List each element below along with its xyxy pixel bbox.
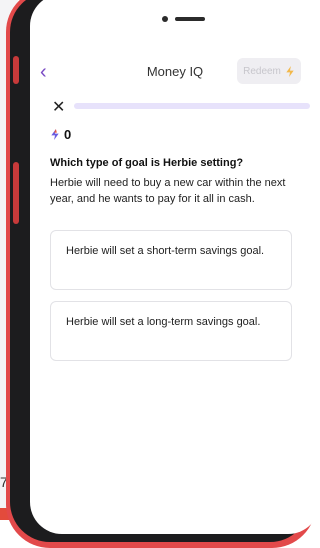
phone-side-button — [13, 162, 19, 224]
phone-bezel: ‹ Money IQ Redeem ✕ 0 Which type of goal… — [10, 0, 320, 542]
question-title: Which type of goal is Herbie setting? — [50, 157, 244, 169]
progress-bar — [74, 103, 310, 109]
camera-icon — [162, 16, 168, 22]
redeem-button[interactable]: Redeem — [237, 58, 301, 84]
question-prompt: Herbie will need to buy a new car within… — [50, 177, 286, 205]
answer-option-label: Herbie will set a short-term savings goa… — [66, 245, 265, 257]
bolt-icon — [286, 65, 294, 77]
redeem-label: Redeem — [243, 65, 281, 77]
bolt-icon — [51, 129, 59, 140]
close-icon: ✕ — [52, 99, 66, 116]
points-value: 0 — [64, 127, 72, 142]
close-button[interactable]: ✕ — [52, 97, 65, 117]
phone-side-button — [13, 56, 19, 84]
answer-option-long-term[interactable]: Herbie will set a long-term savings goal… — [50, 301, 292, 361]
phone-screen: ‹ Money IQ Redeem ✕ 0 Which type of goal… — [30, 0, 320, 534]
answer-option-label: Herbie will set a long-term savings goal… — [66, 316, 261, 328]
answer-option-short-term[interactable]: Herbie will set a short-term savings goa… — [50, 230, 292, 290]
header-bar: ‹ Money IQ Redeem — [30, 54, 320, 90]
speaker-grille — [175, 17, 205, 21]
points-counter: 0 — [50, 127, 71, 142]
